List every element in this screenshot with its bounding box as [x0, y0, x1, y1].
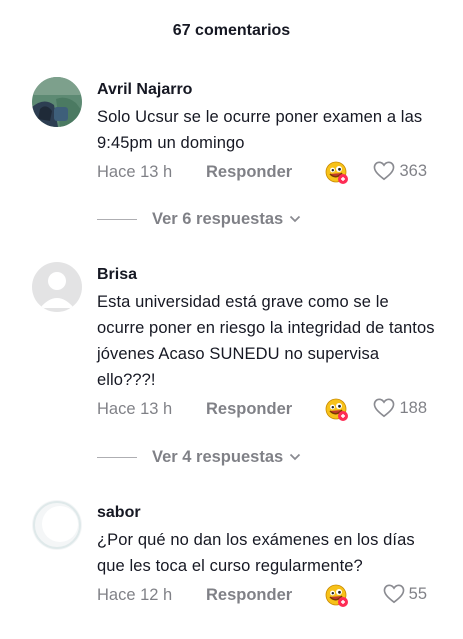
comment-username[interactable]: Brisa [97, 265, 437, 285]
avatar[interactable] [32, 77, 82, 127]
emoji-reaction-icon[interactable] [325, 161, 349, 185]
divider [97, 456, 137, 458]
like-count: 55 [408, 584, 427, 603]
like-button[interactable]: 55 [383, 584, 427, 604]
comment-timestamp: Hace 13 h [97, 400, 173, 418]
chevron-down-icon [290, 453, 301, 461]
comment-timestamp: Hace 12 h [97, 586, 173, 604]
comment-timestamp: Hace 13 h [97, 163, 173, 181]
chevron-down-icon [290, 215, 301, 223]
comment-text: Esta universidad está grave como se le o… [97, 293, 435, 389]
divider [97, 218, 137, 220]
view-replies-label: Ver 6 respuestas [152, 209, 284, 228]
like-count: 188 [399, 398, 427, 417]
heart-outline-icon [374, 398, 395, 418]
like-button[interactable]: 188 [373, 398, 427, 418]
comment-username[interactable]: sabor [97, 503, 437, 523]
avatar[interactable] [32, 500, 82, 550]
comment-text: Solo Ucsur se le ocurre poner examen a l… [97, 108, 423, 152]
like-count: 363 [399, 161, 427, 180]
like-button[interactable]: 363 [373, 161, 427, 181]
avatar[interactable] [32, 262, 82, 312]
heart-outline-icon [374, 161, 395, 181]
reply-button[interactable]: Responder [206, 163, 292, 182]
emoji-reaction-icon[interactable] [325, 398, 349, 422]
comment-username[interactable]: Avril Najarro [97, 80, 437, 100]
reply-button[interactable]: Responder [206, 586, 292, 605]
comment-text: ¿Por qué no dan los exámenes en los días… [97, 531, 415, 575]
emoji-reaction-icon[interactable] [325, 584, 349, 608]
reply-button[interactable]: Responder [206, 400, 292, 419]
comments-count-title: 67 comentarios [172, 22, 291, 39]
view-replies-label: Ver 4 respuestas [152, 447, 284, 466]
view-replies-button[interactable]: Ver 6 respuestas [97, 207, 301, 231]
heart-outline-icon [383, 584, 405, 604]
view-replies-button[interactable]: Ver 4 respuestas [97, 445, 301, 469]
